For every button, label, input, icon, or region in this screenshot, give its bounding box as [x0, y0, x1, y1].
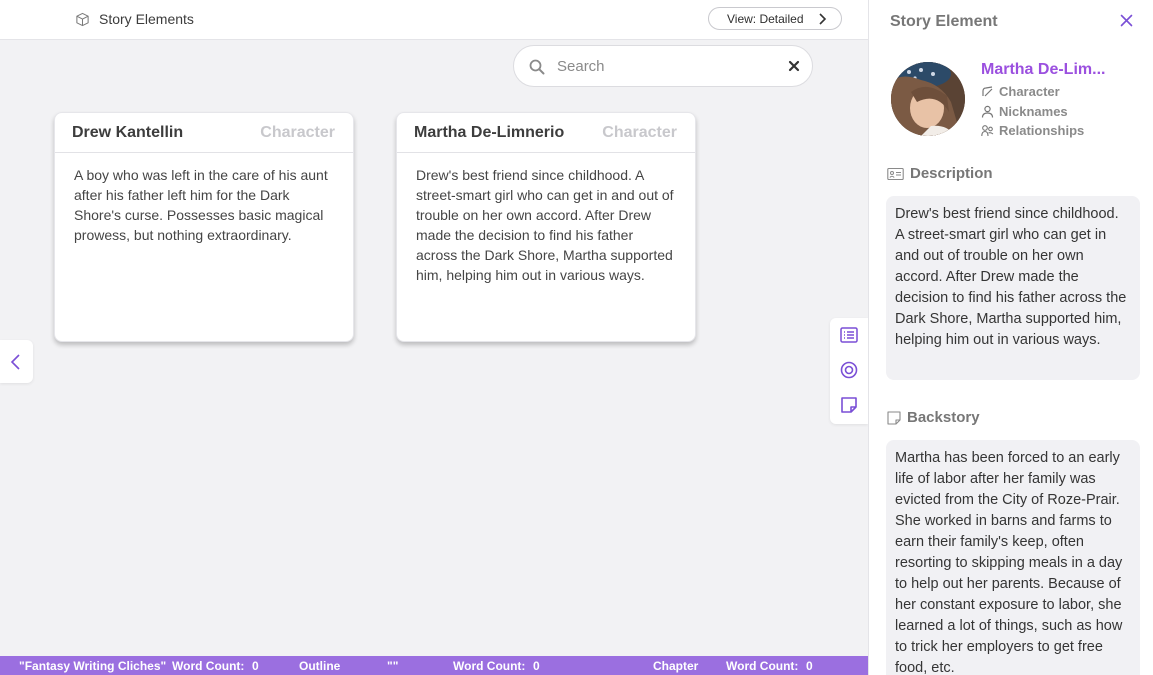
note-icon [887, 410, 901, 425]
cube-icon [76, 12, 89, 27]
status-word-count-value: 0 [252, 659, 259, 673]
relationships-icon [981, 125, 994, 137]
chevron-left-icon [10, 354, 20, 370]
description-heading-label: Description [910, 165, 993, 182]
side-toolbar [830, 318, 868, 424]
story-element-card[interactable]: Martha De-Limnerio Character Drew's best… [396, 112, 696, 342]
collapse-left-button[interactable] [0, 340, 33, 383]
id-card-icon [887, 167, 904, 180]
description-heading: Description [887, 165, 993, 182]
character-icon [982, 86, 993, 97]
backstory-heading: Backstory [887, 409, 980, 426]
nicknames-row[interactable]: Nicknames [981, 104, 1068, 119]
card-name: Drew Kantellin [72, 124, 184, 141]
card-name: Martha De-Limnerio [414, 124, 565, 141]
avatar-image [891, 62, 965, 136]
view-mode-button[interactable]: View: Detailed [708, 7, 842, 30]
status-outline-name: "" [387, 659, 399, 673]
description-text[interactable]: Drew's best friend since childhood. A st… [886, 196, 1140, 380]
person-icon [981, 105, 994, 118]
card-header: Martha De-Limnerio Character [397, 113, 695, 153]
status-word-count-label: Word Count: [726, 659, 799, 673]
story-element-card[interactable]: Drew Kantellin Character A boy who was l… [54, 112, 354, 342]
card-type: Character [260, 124, 335, 141]
status-word-count-value: 0 [533, 659, 540, 673]
page-title: Story Elements [99, 11, 194, 27]
card-description: A boy who was left in the care of his au… [74, 167, 328, 243]
main-area: Story Elements View: Detailed Drew Kante… [0, 0, 868, 656]
status-bar: "Fantasy Writing Cliches" Word Count: 0 … [0, 656, 868, 675]
view-mode-label: View: Detailed [727, 11, 804, 26]
clear-search-icon[interactable] [788, 60, 800, 72]
status-project-name: "Fantasy Writing Cliches" [19, 659, 167, 673]
search-box [513, 45, 813, 87]
card-header: Drew Kantellin Character [55, 113, 353, 153]
relationships-label: Relationships [999, 123, 1085, 138]
panel-title: Story Element [890, 13, 998, 30]
story-element-panel: Story Element Martha De-Lim... Character… [868, 0, 1153, 675]
card-type: Character [602, 124, 677, 141]
element-name[interactable]: Martha De-Lim... [981, 61, 1105, 79]
backstory-text[interactable]: Martha has been forced to an early life … [886, 440, 1140, 675]
status-word-count-value: 0 [806, 659, 813, 673]
avatar [891, 62, 965, 136]
sticky-note-icon[interactable] [839, 395, 859, 415]
search-input[interactable] [557, 55, 777, 77]
element-type: Character [999, 84, 1060, 99]
nicknames-label: Nicknames [999, 104, 1068, 119]
element-type-row: Character [981, 84, 1060, 99]
card-description: Drew's best friend since childhood. A st… [416, 167, 674, 283]
status-outline: Outline [299, 659, 341, 673]
chevron-right-icon [819, 13, 827, 25]
status-word-count-label: Word Count: [453, 659, 526, 673]
relationships-row[interactable]: Relationships [981, 123, 1084, 138]
status-chapter: Chapter [653, 659, 699, 673]
status-word-count-label: Word Count: [172, 659, 245, 673]
top-bar: Story Elements View: Detailed [0, 0, 868, 40]
close-icon[interactable] [1120, 14, 1133, 27]
search-icon [529, 59, 545, 75]
list-icon[interactable] [839, 325, 859, 345]
target-icon[interactable] [839, 360, 859, 380]
backstory-heading-label: Backstory [907, 409, 980, 426]
